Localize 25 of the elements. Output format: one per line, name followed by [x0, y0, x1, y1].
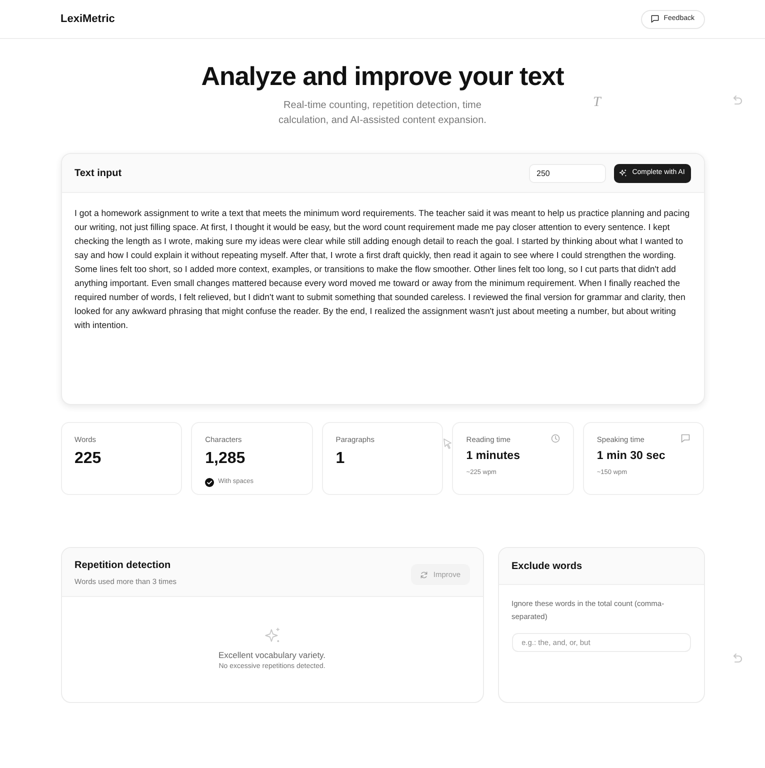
stat-value: 1 min 30 sec	[596, 449, 666, 464]
curved-arrow-icon	[732, 95, 742, 106]
stat-value: 1,285	[205, 449, 246, 469]
empty-state-title: Excellent vocabulary variety.	[218, 649, 326, 661]
chat-bubble-icon	[681, 434, 690, 443]
panel-title: Exclude words	[512, 560, 582, 574]
card-title: Text input	[74, 166, 122, 180]
page-subtitle: Real-time counting, repetition detection, time calculation, and AI-assisted content expansion.	[278, 99, 488, 128]
refresh-icon	[420, 570, 428, 578]
floating-letter: T	[593, 96, 601, 110]
chat-bubble-icon	[650, 15, 659, 23]
panel-title: Repetition detection	[74, 559, 171, 573]
clock-icon	[550, 434, 560, 443]
curved-arrow-icon	[732, 653, 742, 664]
sparkle-icon	[619, 169, 628, 177]
stat-value: 1	[336, 449, 345, 469]
stat-value: 225	[74, 449, 102, 469]
text-input-area[interactable]: I got a homework assignment to write a text that meets the minimum word requirements. The teacher said it was meant to help us practice planning and pacing our writing, not just filling space. At first, I thought it would be easy, but the word count requirement made me pay closer attention to every sentence. I kept checking the length as I wrote, making sure my ideas were clear while still adding enough detail to reach the goal. I started by thinking about what I wanted to say and how I could explain it without repeating myself. After that, I wrote a first draft quickly, then read it again to see where I could strengthen the wording. Some lines felt too short, so I added more context, examples, or transitions to make the flow smoother. Other lines felt too long, so I cut parts that didn't add anything important. Even small changes mattered because every word moved me toward or away from the minimum requirement. When I finally reached the required number of words, I felt relieved, but I didn't want to submit something that sounded careless. I reviewed the final version for grammar and clarity, then looked for any awkward phrasing that might confuse the reader. By the end, I realized the assignment wasn't just about meeting a number, but about writing with intention.	[62, 193, 704, 404]
page-title: Analyze and improve your text	[201, 61, 564, 92]
stat-value: 1 minutes	[466, 449, 520, 464]
sparkle-icon	[264, 627, 280, 644]
brand-logo-text: LexiMetric	[60, 12, 115, 27]
target-words-field[interactable]: 250	[528, 164, 606, 182]
cursor-arrow-icon	[443, 438, 452, 449]
check-circle-icon[interactable]	[205, 478, 214, 486]
